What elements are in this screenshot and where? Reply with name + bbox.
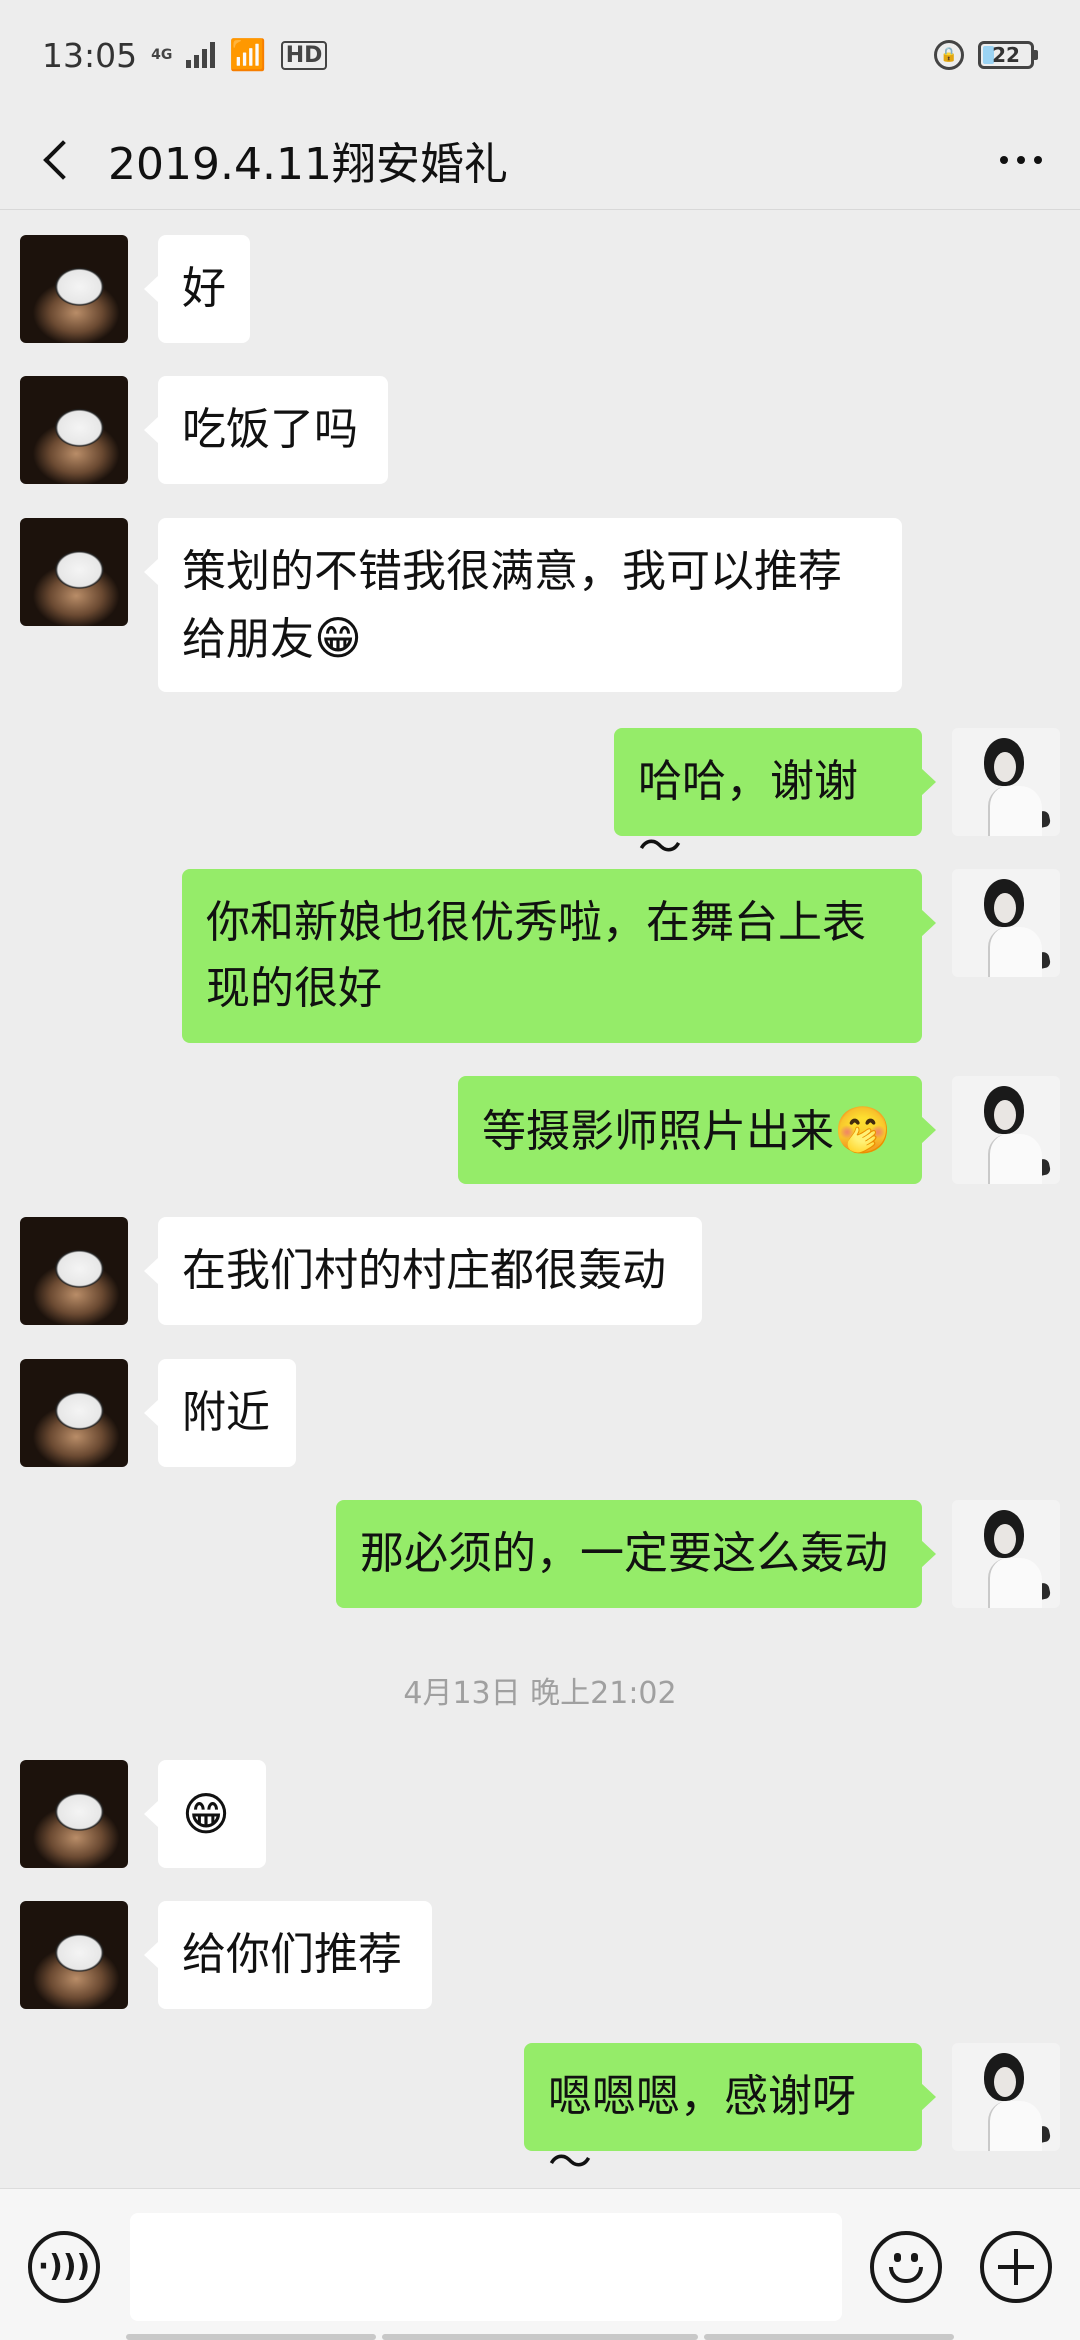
emoji-button[interactable]	[870, 2231, 942, 2303]
message-text: 那必须的，一定要这么轰动	[360, 1528, 888, 1579]
message-text: 策划的不错我很满意，我可以推荐给朋友	[182, 546, 842, 665]
message-row: 策划的不错我很满意，我可以推荐给朋友😁	[0, 518, 1080, 692]
message-text: 你和新娘也很优秀啦，在舞台上表现的很好	[206, 897, 866, 1014]
message-text: 吃饭了吗	[182, 404, 358, 455]
my-avatar[interactable]	[952, 2043, 1060, 2151]
message-bubble[interactable]: 哈哈，谢谢～	[614, 728, 936, 873]
message-bubble[interactable]: 嗯嗯嗯，感谢呀～	[524, 2043, 936, 2188]
chat-header: 2019.4.11翔安婚礼	[0, 110, 1080, 210]
smiley-icon	[874, 2235, 938, 2299]
my-avatar[interactable]	[952, 869, 1060, 977]
message-text: 好	[182, 263, 226, 314]
status-bar: 13:05 4G 📶 HD 🔒 22	[0, 0, 1080, 110]
message-input[interactable]	[130, 2213, 842, 2321]
back-button[interactable]	[12, 115, 102, 205]
message-row: 给你们推荐	[0, 1901, 1080, 2009]
status-time: 13:05	[42, 35, 138, 75]
contact-avatar[interactable]	[20, 1217, 128, 1325]
message-bubble[interactable]: 你和新娘也很优秀啦，在舞台上表现的很好	[182, 869, 936, 1043]
input-bar: ·)))	[0, 2188, 1080, 2340]
message-bubble[interactable]: 在我们村的村庄都很轰动	[144, 1217, 702, 1325]
message-bubble[interactable]: 好	[144, 235, 250, 343]
rotation-lock-icon: 🔒	[934, 40, 964, 70]
more-options-button[interactable]	[976, 115, 1066, 205]
contact-avatar[interactable]	[20, 376, 128, 484]
message-timestamp: 4月13日 晚上21:02	[403, 1676, 677, 1711]
message-row: 在我们村的村庄都很轰动	[0, 1217, 1080, 1325]
battery-level: 22	[992, 43, 1020, 67]
chevron-left-icon	[43, 139, 83, 180]
more-functions-button[interactable]	[980, 2231, 1052, 2303]
contact-avatar[interactable]	[20, 1359, 128, 1467]
message-row: 😁	[0, 1760, 1080, 1868]
emoji-icon: 🤭	[834, 1103, 892, 1157]
contact-avatar[interactable]	[20, 1760, 128, 1868]
hd-icon: HD	[280, 40, 328, 70]
signal-icon	[186, 42, 216, 68]
message-row: 好	[0, 235, 1080, 343]
message-row: 嗯嗯嗯，感谢呀～	[0, 2043, 1080, 2188]
emoji-icon: 😁	[182, 1787, 230, 1841]
my-avatar[interactable]	[952, 728, 1060, 836]
emoji-icon: 😁	[314, 611, 362, 665]
network-type: 4G	[151, 47, 173, 63]
contact-avatar[interactable]	[20, 518, 128, 626]
contact-avatar[interactable]	[20, 1901, 128, 2009]
message-bubble[interactable]: 附近	[144, 1359, 296, 1467]
voice-input-button[interactable]: ·)))	[28, 2231, 100, 2303]
message-text: 在我们村的村庄都很轰动	[182, 1245, 666, 1296]
message-row: 那必须的，一定要这么轰动	[0, 1500, 1080, 1608]
message-row: 等摄影师照片出来🤭	[0, 1076, 1080, 1184]
message-text: 哈哈，谢谢～	[638, 756, 858, 873]
message-row: 附近	[0, 1359, 1080, 1467]
message-row: 吃饭了吗	[0, 376, 1080, 484]
voice-icon: ·)))	[37, 2249, 91, 2284]
message-bubble[interactable]: 等摄影师照片出来🤭	[458, 1076, 936, 1184]
my-avatar[interactable]	[952, 1500, 1060, 1608]
message-bubble[interactable]: 吃饭了吗	[144, 376, 388, 484]
message-bubble[interactable]: 策划的不错我很满意，我可以推荐给朋友😁	[144, 518, 902, 692]
my-avatar[interactable]	[952, 1076, 1060, 1184]
wifi-icon: 📶	[229, 37, 267, 73]
message-row: 你和新娘也很优秀啦，在舞台上表现的很好	[0, 869, 1080, 1043]
message-text: 等摄影师照片出来	[482, 1106, 834, 1157]
message-text: 附近	[182, 1387, 270, 1438]
battery-icon: 22	[978, 41, 1038, 69]
contact-avatar[interactable]	[20, 235, 128, 343]
nav-indicator	[126, 2334, 376, 2340]
chat-title: 2019.4.11翔安婚礼	[108, 138, 508, 190]
message-text: 嗯嗯嗯，感谢呀～	[548, 2071, 856, 2188]
message-text: 给你们推荐	[182, 1929, 402, 1980]
message-bubble[interactable]: 给你们推荐	[144, 1901, 432, 2009]
nav-indicator	[382, 2334, 698, 2340]
nav-indicator	[704, 2334, 954, 2340]
message-row: 哈哈，谢谢～	[0, 728, 1080, 873]
message-bubble[interactable]: 😁	[144, 1760, 266, 1868]
message-bubble[interactable]: 那必须的，一定要这么轰动	[336, 1500, 936, 1608]
